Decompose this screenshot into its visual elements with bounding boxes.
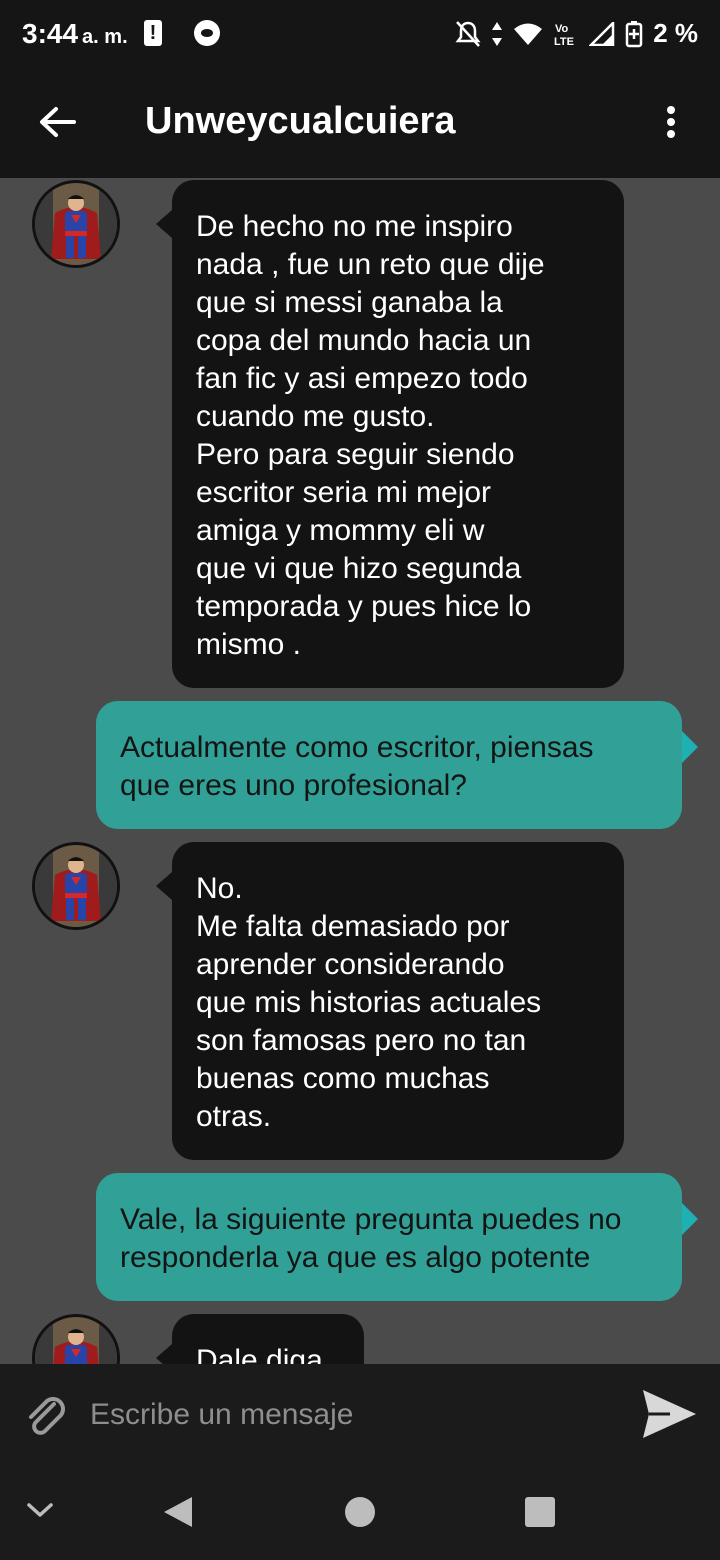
status-time: 3:44 a. m. xyxy=(22,18,128,50)
superman-avatar-icon xyxy=(35,1317,117,1364)
avatar[interactable] xyxy=(32,1314,120,1364)
avatar[interactable] xyxy=(32,180,120,268)
back-triangle-icon[interactable] xyxy=(162,1495,194,1529)
menu-dot xyxy=(667,118,675,126)
signal-icon xyxy=(589,21,615,46)
home-circle-icon[interactable] xyxy=(344,1496,376,1528)
paperclip-icon[interactable] xyxy=(20,1390,70,1440)
clock-ampm: a. m. xyxy=(82,26,128,48)
message-incoming: No. Me falta demasiado por aprender cons… xyxy=(156,842,624,1160)
system-nav-bar xyxy=(0,1464,720,1560)
message-outgoing: Vale, la siguiente pregunta puedes no re… xyxy=(96,1173,698,1301)
status-bar: 3:44 a. m. ! Vo LTE 2 % xyxy=(0,0,720,70)
superman-avatar-icon xyxy=(35,183,117,265)
battery-icon xyxy=(625,20,643,47)
menu-dot xyxy=(667,130,675,138)
message-outgoing: Actualmente como escritor, piensas que e… xyxy=(96,701,698,829)
status-right-group: Vo LTE 2 % xyxy=(455,18,698,49)
chat-area[interactable]: De hecho no me inspiro nada , fue un ret… xyxy=(0,178,720,1364)
svg-text:Vo: Vo xyxy=(555,23,569,35)
app-icon xyxy=(194,20,220,46)
arrow-left-icon[interactable] xyxy=(34,98,82,146)
app-bar: Unweycualcuiera xyxy=(0,70,720,178)
volte-icon: Vo LTE xyxy=(554,23,574,47)
svg-text:LTE: LTE xyxy=(554,36,574,47)
message-incoming: De hecho no me inspiro nada , fue un ret… xyxy=(156,180,624,688)
alert-icon: ! xyxy=(144,20,162,46)
battery-percent: 2 % xyxy=(653,18,698,48)
wifi-icon xyxy=(514,23,543,45)
avatar[interactable] xyxy=(32,842,120,930)
message-incoming: Dale diga xyxy=(156,1314,364,1364)
message-input[interactable] xyxy=(88,1386,612,1444)
send-icon[interactable] xyxy=(640,1386,698,1442)
clock-time: 3:44 xyxy=(22,18,79,49)
mute-icon xyxy=(455,20,481,47)
chat-title: Unweycualcuiera xyxy=(145,100,456,142)
message-composer xyxy=(0,1364,720,1464)
more-vertical-icon[interactable] xyxy=(656,102,686,146)
menu-dot xyxy=(667,106,675,114)
data-arrows-icon xyxy=(492,21,503,46)
superman-avatar-icon xyxy=(35,845,117,927)
recents-square-icon[interactable] xyxy=(524,1496,556,1528)
chevron-down-icon[interactable] xyxy=(26,1500,54,1520)
